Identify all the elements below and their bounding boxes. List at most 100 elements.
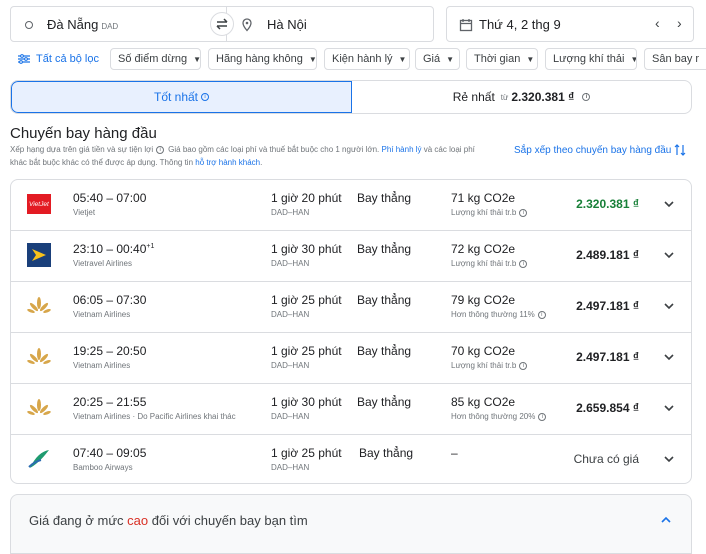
chevron-up-icon[interactable] <box>659 513 673 527</box>
flight-duration: 1 giờ 25 phút <box>271 293 342 307</box>
airline-logo <box>27 396 51 420</box>
flight-stops: Bay thẳng <box>357 395 412 409</box>
flight-times: 19:25 – 20:50 <box>73 344 147 358</box>
origin-label: Đà Nẵng DAD <box>47 17 119 32</box>
flight-row[interactable]: 19:25 – 20:50 Vietnam Airlines 1 giờ 25 ph… <box>11 333 691 384</box>
flight-times: 23:10 – 00:40+1 <box>73 242 155 256</box>
flight-stops: Bay thẳng <box>359 446 414 460</box>
filter-price[interactable]: Giá ▼ <box>415 48 460 70</box>
flight-price: 2.497.181 ₫ <box>576 299 639 313</box>
filter-time[interactable]: Thời gian ▼ <box>466 48 538 70</box>
flight-row[interactable]: 06:05 – 07:30 Vietnam Airlines 1 giờ 25 ph… <box>11 282 691 333</box>
info-icon: i <box>519 208 528 217</box>
all-filters-button[interactable]: Tất cả bộ lọc <box>18 50 99 68</box>
flight-route: DAD–HAN <box>271 259 310 268</box>
destination-field[interactable]: Hà Nội <box>226 6 434 42</box>
svg-text:VietJet: VietJet <box>29 201 50 208</box>
info-icon: i <box>519 259 528 268</box>
airline-logo: VietJet <box>27 192 51 216</box>
flight-stops: Bay thẳng <box>357 242 412 256</box>
flight-row[interactable]: 23:10 – 00:40+1 Vietravel Airlines 1 giờ 3… <box>11 231 691 282</box>
caret-down-icon: ▼ <box>308 54 317 64</box>
cheapest-price: 2.320.381 ₫ <box>511 90 575 104</box>
flight-route: DAD–HAN <box>271 361 310 370</box>
emissions-note: Lượng khí thải tr.b i <box>451 361 528 370</box>
chevron-down-icon[interactable] <box>661 196 677 212</box>
flight-emissions: 72 kg CO2e <box>451 242 516 256</box>
flight-row[interactable]: 20:25 – 21:55 Vietnam Airlines · Do Pacif… <box>11 384 691 435</box>
flight-times: 05:40 – 07:00 <box>73 191 147 205</box>
flight-route: DAD–HAN <box>271 208 310 217</box>
filter-stops[interactable]: Số điểm dừng ▼ <box>110 48 201 70</box>
airline-logo <box>27 345 51 369</box>
passenger-assistance-link[interactable]: hỗ trợ hành khách <box>195 158 260 167</box>
info-icon: i <box>156 145 165 154</box>
info-icon: i <box>538 412 547 421</box>
sort-button[interactable]: Sắp xếp theo chuyến bay hàng đầu <box>514 143 686 157</box>
sort-icon <box>674 144 686 156</box>
flight-list: VietJet 05:40 – 07:00 Vietjet 1 giờ 20 phút… <box>10 179 692 484</box>
flight-route: DAD–HAN <box>271 310 310 319</box>
section-title: Chuyến bay hàng đầu <box>10 125 157 142</box>
flight-price: 2.659.854 ₫ <box>576 401 639 415</box>
emissions-note: Hơn thông thường 20% i <box>451 412 547 421</box>
info-icon: i <box>537 310 546 319</box>
airline-logo <box>27 447 51 471</box>
caret-down-icon: ▼ <box>526 54 535 64</box>
flight-duration: 1 giờ 25 phút <box>271 344 342 358</box>
caret-down-icon: ▼ <box>630 55 636 64</box>
filter-baggage[interactable]: Kiện hành lý ▼ <box>324 48 410 70</box>
section-description: Xếp hạng dựa trên giá tiền và sự tiện lợ… <box>10 145 475 167</box>
flight-route: DAD–HAN <box>271 412 310 421</box>
origin-circle-icon <box>25 21 33 29</box>
flight-emissions: 70 kg CO2e <box>451 344 516 358</box>
flight-price: 2.497.181 ₫ <box>576 350 639 364</box>
airline-name: Vietravel Airlines <box>73 259 132 268</box>
origin-field[interactable]: Đà Nẵng DAD <box>10 6 230 42</box>
info-icon: i <box>582 93 591 101</box>
flight-times: 06:05 – 07:30 <box>73 293 147 307</box>
airline-name: Vietnam Airlines <box>73 310 131 319</box>
airline-name: Bamboo Airways <box>73 463 133 472</box>
date-prev-icon[interactable]: ‹ <box>655 15 660 31</box>
baggage-fees-link[interactable]: Phí hành lý <box>381 145 421 154</box>
price-level: cao <box>127 513 149 528</box>
destination-label: Hà Nội <box>267 17 307 32</box>
chevron-down-icon[interactable] <box>661 349 677 365</box>
chevron-down-icon[interactable] <box>661 400 677 416</box>
filter-airports[interactable]: Sân bay r <box>644 48 706 70</box>
flight-times: 07:40 – 09:05 <box>73 446 147 460</box>
flight-row[interactable]: 07:40 – 09:05 Bamboo Airways 1 giờ 25 phút… <box>11 435 691 483</box>
swap-icon <box>216 18 228 30</box>
tab-best[interactable]: Tốt nhất i <box>11 81 352 113</box>
airline-logo <box>27 294 51 318</box>
flight-emissions: 79 kg CO2e <box>451 293 516 307</box>
flight-emissions: 85 kg CO2e <box>451 395 516 409</box>
chevron-down-icon[interactable] <box>661 451 677 467</box>
filter-airlines[interactable]: Hãng hàng không ▼ <box>208 48 317 70</box>
flight-route: DAD–HAN <box>271 463 310 472</box>
cheapest-from: từ <box>500 92 509 102</box>
swap-button[interactable] <box>210 12 234 36</box>
info-icon: i <box>201 93 210 101</box>
date-next-icon[interactable]: › <box>677 15 682 31</box>
sort-tabs: Tốt nhất i Rẻ nhất từ 2.320.381 ₫ i <box>10 80 692 114</box>
chevron-down-icon[interactable] <box>661 298 677 314</box>
date-field[interactable]: Thứ 4, 2 thg 9 ‹ › <box>446 6 694 42</box>
filter-emissions[interactable]: Lượng khí thải▼ <box>545 48 637 70</box>
flight-stops: Bay thẳng <box>357 191 412 205</box>
info-icon: i <box>519 361 528 370</box>
flight-price: 2.320.381 ₫ <box>576 197 639 211</box>
chevron-down-icon[interactable] <box>661 247 677 263</box>
caret-down-icon: ▼ <box>446 54 455 64</box>
tab-cheapest[interactable]: Rẻ nhất từ 2.320.381 ₫ i <box>352 81 691 113</box>
price-insight-panel[interactable]: Giá đang ở mức cao đối với chuyến bay bạ… <box>10 494 692 554</box>
location-pin-icon <box>242 18 252 32</box>
date-label: Thứ 4, 2 thg 9 <box>479 17 561 32</box>
flight-duration: 1 giờ 20 phút <box>271 191 342 205</box>
caret-down-icon: ▼ <box>398 54 407 64</box>
origin-code: DAD <box>101 22 119 31</box>
airline-name: Vietnam Airlines · Do Pacific Airlines k… <box>73 412 236 421</box>
flight-row[interactable]: VietJet 05:40 – 07:00 Vietjet 1 giờ 20 phút… <box>11 180 691 231</box>
airline-logo <box>27 243 51 267</box>
